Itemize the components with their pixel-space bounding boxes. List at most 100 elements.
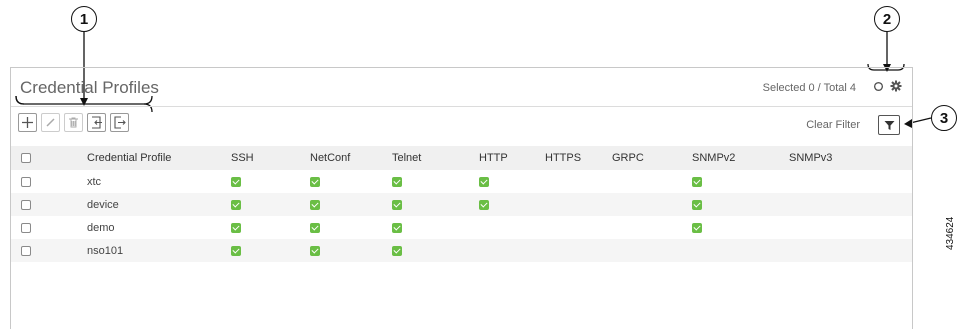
column-header[interactable]: HTTP [479,146,545,170]
checkmark-icon [479,199,489,210]
table-header-row: Credential Profile SSH NetConf Telnet HT… [11,146,912,170]
filter-button[interactable] [878,115,900,135]
row-select-cell [11,193,87,216]
row-checkbox[interactable] [21,222,31,233]
ssh-cell [231,216,310,239]
column-header[interactable]: GRPC [612,146,692,170]
header-divider [11,106,912,107]
row-checkbox[interactable] [21,199,31,210]
table-row[interactable]: xtc [11,170,912,193]
profile-name-cell: device [87,193,231,216]
snmpv2-cell [692,193,789,216]
snmpv3-cell [789,170,912,193]
column-header[interactable]: SNMPv2 [692,146,789,170]
http-cell [479,193,545,216]
checkmark-icon [392,245,402,256]
snmpv2-cell [692,216,789,239]
http-cell [479,239,545,262]
snmpv2-cell [692,170,789,193]
selection-info: Selected 0 / Total 4 [762,82,856,94]
ssh-cell [231,239,310,262]
grpc-cell [612,170,692,193]
row-select-cell [11,239,87,262]
netconf-cell [310,216,392,239]
grpc-cell [612,216,692,239]
checkmark-icon [231,245,241,256]
import-button[interactable] [87,113,106,132]
gear-icon[interactable] [890,79,902,97]
snmpv3-cell [789,216,912,239]
add-icon [22,117,33,128]
column-header[interactable]: Credential Profile [87,146,231,170]
add-button[interactable] [18,113,37,132]
telnet-cell [392,216,479,239]
snmpv2-cell [692,239,789,262]
checkmark-icon [392,199,402,210]
telnet-cell [392,170,479,193]
checkmark-icon [392,176,402,187]
select-all-checkbox[interactable] [21,153,31,164]
snmpv3-cell [789,193,912,216]
credential-profiles-table: Credential Profile SSH NetConf Telnet HT… [11,146,912,262]
edit-icon [46,118,55,127]
netconf-cell [310,239,392,262]
toolbar [18,113,129,132]
checkmark-icon [231,199,241,210]
https-cell [545,170,612,193]
column-header[interactable]: SNMPv3 [789,146,912,170]
snmpv3-cell [789,239,912,262]
column-header[interactable]: NetConf [310,146,392,170]
header-icons [873,79,902,97]
profile-name-cell: xtc [87,175,102,188]
checkmark-icon [692,176,702,187]
delete-icon [69,117,78,128]
profile-name-cell: nso101 [87,239,231,262]
column-header[interactable]: HTTPS [545,146,612,170]
column-header[interactable]: Telnet [392,146,479,170]
checkmark-icon [692,222,702,233]
checkmark-icon [231,176,241,187]
ssh-cell [231,193,310,216]
telnet-cell [392,193,479,216]
edit-button[interactable] [41,113,60,132]
checkmark-icon [310,176,320,187]
figure-id: 434624 [945,216,956,250]
http-cell [479,216,545,239]
table-row[interactable]: device [11,193,912,216]
https-cell [545,193,612,216]
http-cell [479,170,545,193]
row-select-cell [11,170,87,193]
credential-profiles-panel: Credential Profiles Selected 0 / Total 4 [10,67,913,329]
import-icon [92,116,102,129]
row-checkbox[interactable] [21,245,31,256]
table-row[interactable]: demo [11,216,912,239]
row-select-cell [11,216,87,239]
table-body: xtc device demo nso101 [11,170,912,262]
netconf-cell [310,193,392,216]
checkmark-icon [231,222,241,233]
checkmark-icon [310,222,320,233]
refresh-icon[interactable] [873,79,884,97]
grpc-cell [612,239,692,262]
clear-filter-link[interactable]: Clear Filter [806,119,860,131]
select-all-header [11,146,87,170]
https-cell [545,216,612,239]
checkmark-icon [692,199,702,210]
filter-icon [884,120,894,130]
checkmark-icon [310,199,320,210]
table-row[interactable]: nso101 [11,239,912,262]
https-cell [545,239,612,262]
profile-name-cell: demo [87,221,115,234]
netconf-cell [310,170,392,193]
telnet-cell [392,239,479,262]
grpc-cell [612,193,692,216]
delete-button[interactable] [64,113,83,132]
export-button[interactable] [110,113,129,132]
checkmark-icon [479,176,489,187]
ssh-cell [231,170,310,193]
checkmark-icon [310,245,320,256]
row-checkbox[interactable] [21,176,31,187]
page-title: Credential Profiles [20,78,159,97]
column-header[interactable]: SSH [231,146,310,170]
checkmark-icon [392,222,402,233]
